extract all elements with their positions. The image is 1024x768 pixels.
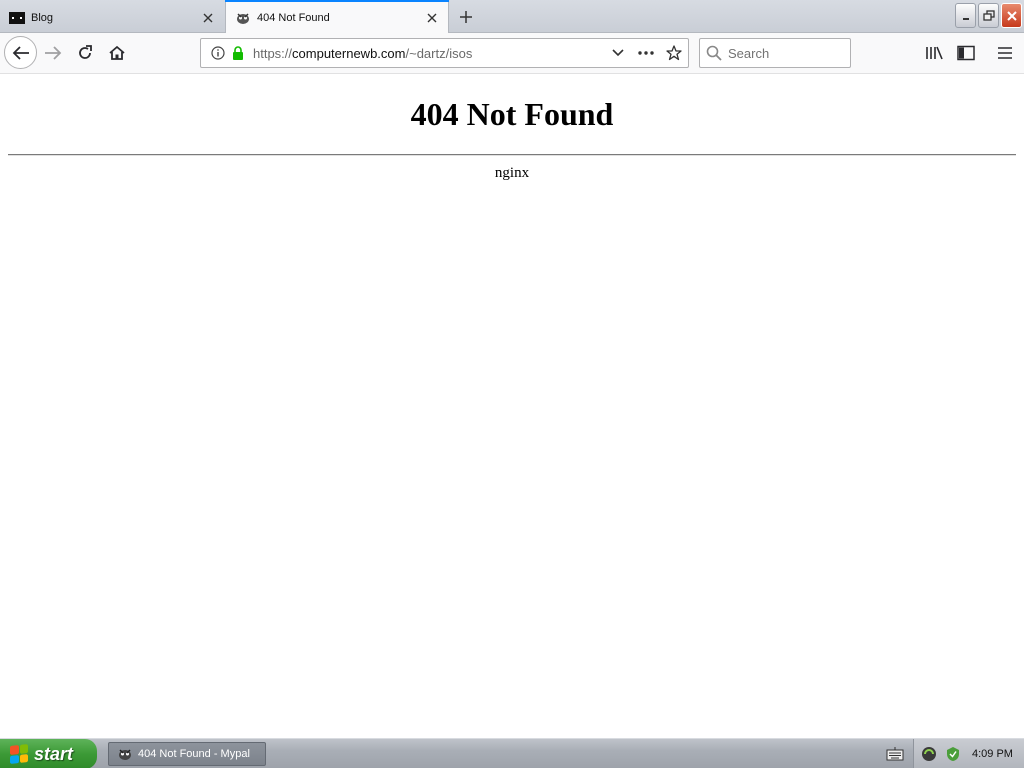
mypal-icon [117, 746, 133, 762]
arrow-right-icon [45, 46, 62, 60]
windows-logo-icon [10, 744, 28, 764]
arrow-left-icon [12, 45, 29, 60]
terminal-icon [9, 10, 25, 26]
keyboard-icon[interactable] [886, 746, 904, 762]
navigation-toolbar: https://computernewb.com/~dartz/isos [0, 33, 1024, 74]
close-icon[interactable] [198, 8, 218, 28]
search-input[interactable] [728, 45, 838, 61]
page-heading: 404 Not Found [410, 96, 614, 132]
url-protocol: https:// [253, 45, 293, 61]
hamburger-menu-icon [998, 47, 1012, 59]
sidebar-icon [957, 45, 975, 61]
reload-button[interactable] [70, 38, 100, 68]
tab-blog[interactable]: Blog [0, 2, 224, 33]
taskbar-item-mypal[interactable]: 404 Not Found - Mypal [108, 742, 266, 766]
info-icon[interactable] [207, 46, 229, 60]
url-bar[interactable]: https://computernewb.com/~dartz/isos [200, 38, 689, 68]
server-signature: nginx [494, 165, 530, 181]
bookmark-star-icon[interactable] [660, 39, 688, 67]
restore-button[interactable] [978, 3, 999, 28]
restore-icon [982, 9, 995, 21]
url-text[interactable]: https://computernewb.com/~dartz/isos [247, 46, 604, 61]
tab-strip: Blog 404 Not Found [0, 0, 1024, 33]
minimize-button[interactable] [955, 3, 976, 28]
url-path: /~dartz/isos [405, 45, 473, 61]
tab-title: 404 Not Found [257, 11, 330, 24]
page-content: 404 Not Found nginx [0, 74, 1024, 738]
mypal-icon [235, 10, 251, 26]
search-icon [700, 45, 728, 61]
start-button[interactable]: start [0, 739, 97, 768]
close-window-button[interactable] [1001, 3, 1022, 28]
tab-title: Blog [31, 11, 54, 24]
network-icon[interactable] [920, 745, 938, 763]
home-button[interactable] [102, 38, 132, 68]
search-bar[interactable] [699, 38, 851, 68]
start-label: start [34, 743, 74, 764]
sidebar-button[interactable] [951, 38, 981, 68]
divider [8, 154, 1016, 156]
library-icon [926, 46, 943, 60]
new-tab-button[interactable] [452, 4, 480, 30]
home-icon [109, 45, 125, 60]
update-shield-icon[interactable] [944, 745, 962, 763]
taskbar-item-label: 404 Not Found - Mypal [138, 748, 250, 760]
close-icon[interactable] [422, 8, 442, 28]
url-host: computernewb.com [292, 45, 406, 61]
close-icon [1006, 10, 1017, 21]
dropdown-chevron-icon[interactable] [604, 39, 632, 67]
library-button[interactable] [919, 38, 949, 68]
system-tray: 4:09 PM [913, 739, 1024, 768]
reload-icon [79, 45, 92, 59]
back-button[interactable] [4, 36, 37, 69]
menu-button[interactable] [990, 38, 1020, 68]
clock: 4:09 PM [972, 748, 1013, 760]
page-actions-icon[interactable] [632, 39, 660, 67]
lock-icon[interactable] [229, 46, 247, 60]
taskbar: start 404 Not Found - Mypal 4:09 PM [0, 738, 1024, 768]
tab-404-not-found[interactable]: 404 Not Found [225, 0, 449, 33]
minimize-icon [962, 17, 969, 20]
plus-icon [460, 11, 472, 23]
forward-button[interactable] [38, 38, 68, 68]
